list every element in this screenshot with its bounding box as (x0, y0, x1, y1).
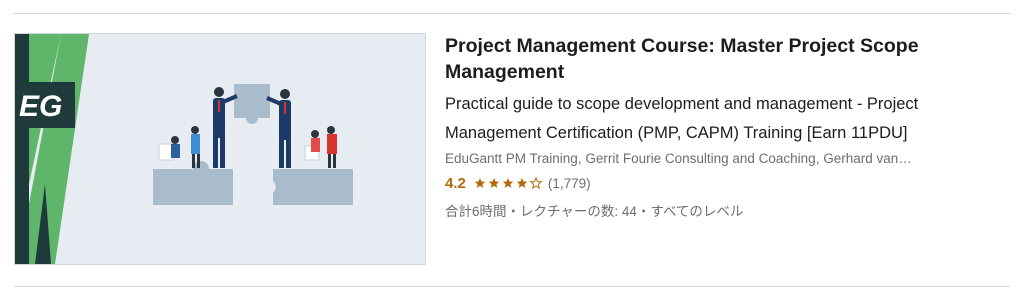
course-info: Project Management Course: Master Projec… (445, 33, 1005, 220)
course-meta: 合計6時間・レクチャーの数: 44・すべてのレベル (445, 204, 744, 219)
course-card[interactable]: EG Project Management Course: Master Pro… (14, 33, 1010, 265)
course-title[interactable]: Project Management Course: Master Projec… (445, 33, 1005, 85)
star-rating (474, 177, 542, 189)
course-thumbnail[interactable]: EG (14, 33, 426, 265)
eg-logo: EG (15, 82, 75, 128)
course-headline: Practical guide to scope development and… (445, 95, 919, 142)
star-full-icon (502, 178, 514, 188)
rating-row: 4.2 (1,779) (445, 173, 1005, 193)
puzzle-teamwork-illustration: EG (15, 34, 425, 264)
bottom-divider (14, 286, 1010, 287)
top-divider (14, 13, 1010, 14)
star-full-icon (474, 178, 486, 188)
star-full-icon (488, 178, 500, 188)
course-instructors: EduGantt PM Training, Gerrit Fourie Cons… (445, 151, 912, 166)
star-full-icon (516, 178, 528, 188)
star-empty-icon (529, 177, 542, 189)
rating-count: (1,779) (547, 175, 591, 191)
logo-text: EG (19, 90, 62, 123)
rating-value: 4.2 (445, 174, 466, 192)
